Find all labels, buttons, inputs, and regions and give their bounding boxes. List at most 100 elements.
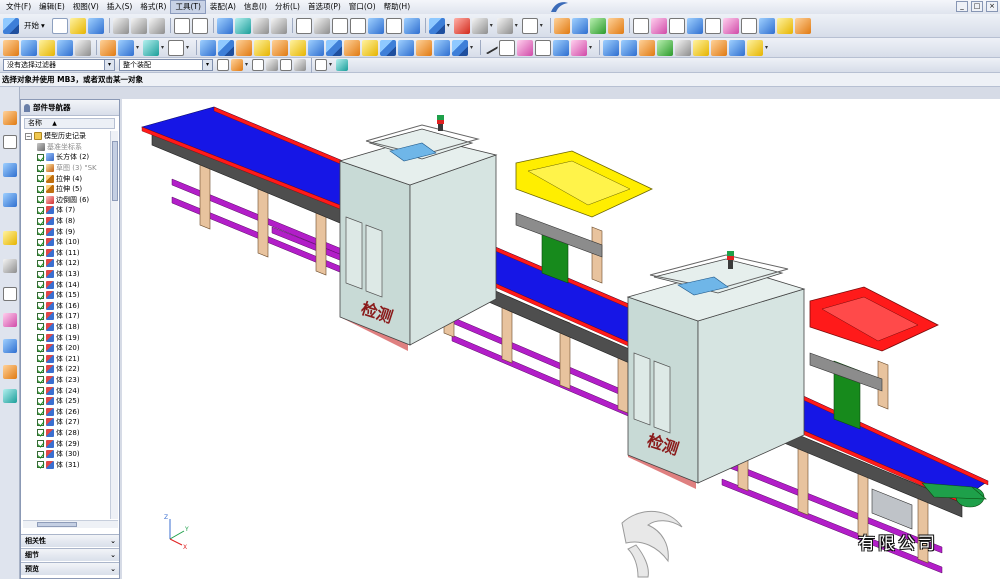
visibility-checkbox[interactable] (37, 312, 44, 320)
patch-icon[interactable] (747, 39, 763, 56)
tree-row[interactable]: 体 (30) (23, 449, 111, 460)
start-app-icon[interactable] (3, 17, 19, 34)
chevron-down-icon[interactable]: ▾ (186, 40, 191, 56)
copy-icon[interactable] (130, 17, 147, 34)
shaded-icon[interactable] (471, 17, 488, 34)
through-curves-icon[interactable] (603, 39, 619, 56)
tree-row[interactable]: 体 (15) (23, 290, 111, 301)
mirror-icon[interactable] (416, 39, 432, 56)
restore-button[interactable]: □ (971, 1, 983, 12)
visibility-checkbox[interactable] (37, 450, 44, 458)
menu-item-10[interactable]: 窗口(O) (345, 0, 380, 14)
menu-item-6[interactable]: 装配(A) (206, 0, 240, 14)
chevron-down-icon[interactable]: ▾ (515, 18, 520, 34)
measure-angle-icon[interactable] (794, 17, 811, 34)
palette-icon[interactable] (3, 389, 17, 403)
shell-icon[interactable] (380, 39, 396, 56)
visibility-checkbox[interactable] (37, 206, 44, 214)
visibility-checkbox[interactable] (37, 355, 44, 363)
inspection-station-1[interactable]: 检测 (338, 115, 498, 351)
visibility-checkbox[interactable] (37, 259, 44, 267)
visibility-checkbox[interactable] (37, 440, 44, 448)
visibility-checkbox[interactable] (37, 461, 44, 469)
save-icon[interactable] (87, 17, 104, 34)
offset-curve-icon[interactable] (686, 17, 703, 34)
edit-object-icon[interactable] (216, 17, 233, 34)
zoom-window-icon[interactable] (313, 17, 330, 34)
fit-view-icon[interactable] (295, 17, 312, 34)
text-icon[interactable] (571, 39, 587, 56)
render-style-icon[interactable] (496, 17, 513, 34)
view-orient-icon[interactable] (428, 17, 445, 34)
visibility-checkbox[interactable] (37, 418, 44, 426)
point-icon[interactable] (632, 17, 649, 34)
tree-row[interactable]: 体 (31) (23, 459, 111, 470)
show-hide-icon[interactable] (270, 17, 287, 34)
close-button[interactable]: × (986, 1, 998, 12)
fillet-curve-icon[interactable] (517, 39, 533, 56)
menu-item-9[interactable]: 首选项(P) (304, 0, 345, 14)
select-face-icon[interactable] (280, 59, 292, 71)
slot-icon[interactable] (308, 39, 324, 56)
menu-item-11[interactable]: 帮助(H) (380, 0, 415, 14)
sketch-icon[interactable] (39, 39, 55, 56)
menu-item-2[interactable]: 视图(V) (69, 0, 103, 14)
menu-item-8[interactable]: 分析(L) (271, 0, 304, 14)
tree-row[interactable]: 体 (27) (23, 417, 111, 428)
swept-icon[interactable] (639, 39, 655, 56)
revolve-icon[interactable] (571, 17, 588, 34)
cone-icon[interactable] (236, 39, 252, 56)
visibility-checkbox[interactable] (37, 185, 44, 193)
curve-icon[interactable] (668, 17, 685, 34)
visibility-checkbox[interactable] (37, 323, 44, 331)
inspection-station-2[interactable]: 检测 (626, 251, 806, 489)
chevron-down-icon[interactable]: ▾ (540, 18, 545, 34)
hopper-1[interactable] (515, 150, 653, 284)
deselect-icon[interactable] (336, 59, 348, 71)
tree-row[interactable]: 体 (14) (23, 279, 111, 290)
chamfer-icon[interactable] (362, 39, 378, 56)
studio-spline-icon[interactable] (535, 39, 551, 56)
edge-blend-icon[interactable] (344, 39, 360, 56)
block-icon[interactable] (200, 39, 216, 56)
tree-row[interactable]: 体 (20) (23, 343, 111, 354)
chevron-down-icon[interactable]: ▾ (136, 40, 141, 56)
visibility-checkbox[interactable] (37, 238, 44, 246)
tree-row[interactable]: 体 (22) (23, 364, 111, 375)
start-button[interactable]: 开始 ▾ (21, 20, 48, 31)
scroll-thumb[interactable] (37, 522, 77, 527)
through-mesh-icon[interactable] (621, 39, 637, 56)
select-region-icon[interactable] (315, 59, 327, 71)
visibility-checkbox[interactable] (37, 408, 44, 416)
tree-row[interactable]: 体 (21) (23, 353, 111, 364)
chevron-down-icon[interactable]: ▾ (589, 40, 594, 56)
measure-distance-icon[interactable] (776, 17, 793, 34)
shaded-edges-icon[interactable] (453, 17, 470, 34)
minimize-button[interactable]: _ (956, 1, 968, 12)
tree-row[interactable]: 边倒圆 (6) (23, 195, 111, 206)
new-file-icon[interactable] (51, 17, 68, 34)
tree-row[interactable]: 体 (10) (23, 237, 111, 248)
tree-row[interactable]: 长方体 (2) (23, 152, 111, 163)
pan-icon[interactable] (385, 17, 402, 34)
process-studio-icon[interactable] (3, 313, 17, 327)
object-display-icon[interactable] (234, 17, 251, 34)
snap-point-icon[interactable] (231, 59, 243, 71)
repeat-icon[interactable] (191, 17, 208, 34)
panel-dependencies[interactable]: 相关性 ⌄ (21, 534, 119, 547)
tree-row[interactable]: 体 (23) (23, 375, 111, 386)
chevron-down-icon[interactable]: ▾ (765, 40, 770, 56)
tree-row[interactable]: 体 (28) (23, 428, 111, 439)
assembly-navigator-icon[interactable] (3, 111, 17, 125)
visibility-checkbox[interactable] (37, 291, 44, 299)
tree-row[interactable]: 体 (29) (23, 438, 111, 449)
tree-row[interactable]: 体 (18) (23, 322, 111, 333)
assembly-icon[interactable] (3, 39, 19, 56)
select-edge-icon[interactable] (294, 59, 306, 71)
visibility-checkbox[interactable] (37, 249, 44, 257)
menu-item-4[interactable]: 格式(R) (136, 0, 170, 14)
pin-icon[interactable] (24, 104, 30, 112)
visibility-checkbox[interactable] (37, 429, 44, 437)
background-icon[interactable] (521, 17, 538, 34)
cut-icon[interactable] (112, 17, 129, 34)
